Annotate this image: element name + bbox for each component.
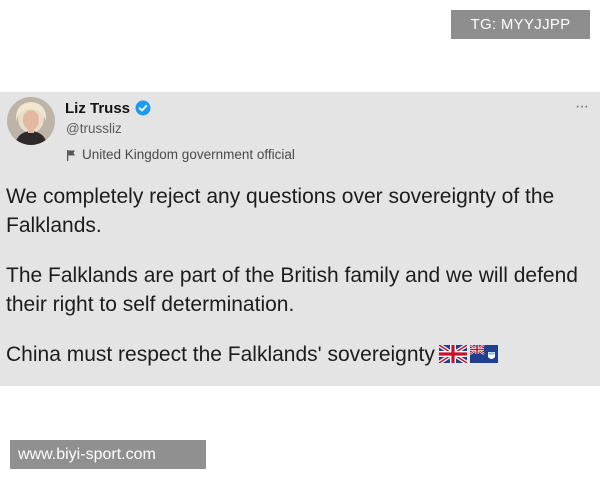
- tweet-text: We completely reject any questions over …: [6, 182, 596, 371]
- tweet-card: Liz Truss @trussliz United Kingdom gover…: [0, 92, 600, 386]
- tweet-paragraph: The Falklands are part of the British fa…: [6, 264, 578, 316]
- tweet-paragraph: China must respect the Falklands' sovere…: [6, 343, 435, 366]
- author-name[interactable]: Liz Truss: [65, 100, 130, 117]
- government-label-text: United Kingdom government official: [82, 146, 295, 162]
- verified-badge-icon: [135, 100, 151, 116]
- uk-flag-icon: [437, 342, 468, 371]
- falkland-islands-flag-icon: [469, 342, 498, 371]
- author-handle[interactable]: @trussliz: [66, 121, 122, 136]
- tweet-paragraph: We completely reject any questions over …: [6, 185, 555, 237]
- avatar[interactable]: [7, 97, 55, 145]
- tweet-paragraph-last: China must respect the Falklands' sovere…: [6, 340, 596, 371]
- more-options-icon[interactable]: ···: [575, 98, 589, 116]
- watermark-top: TG: MYYJJPP: [451, 10, 590, 39]
- government-label[interactable]: United Kingdom government official: [66, 145, 295, 163]
- government-flag-icon: [66, 148, 76, 161]
- watermark-bottom: www.biyi-sport.com: [10, 440, 206, 469]
